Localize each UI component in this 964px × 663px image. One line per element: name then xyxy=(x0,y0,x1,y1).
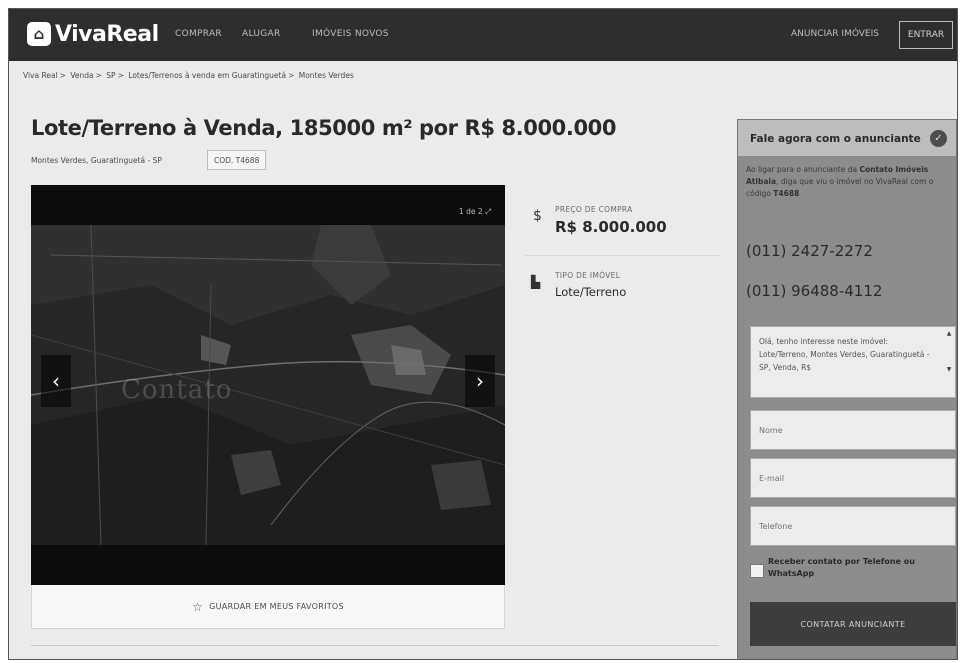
scroll-up-icon[interactable]: ▲ xyxy=(947,330,952,337)
phone-number[interactable]: (011) 96488-4112 xyxy=(746,282,882,300)
whatsapp-prefix: Receber contato por xyxy=(768,557,861,566)
chevron-right-icon: › xyxy=(476,369,484,393)
property-type-value: Lote/Terreno xyxy=(555,285,627,299)
nav-alugar-link[interactable]: ALUGAR xyxy=(242,29,281,39)
photo-watermark: Contato xyxy=(121,375,233,405)
email-field[interactable] xyxy=(750,458,956,498)
breadcrumb-item[interactable]: SP xyxy=(106,71,115,80)
phone-field[interactable] xyxy=(750,506,956,546)
breadcrumb-separator: > xyxy=(59,71,66,80)
divider xyxy=(31,645,719,646)
name-field[interactable] xyxy=(750,410,956,450)
breadcrumb-item[interactable]: Venda xyxy=(70,71,93,80)
top-navbar: ⌂ VivaReal COMPRAR ALUGAR IMÓVEIS NOVOS … xyxy=(9,9,957,61)
listing-code: T4688 xyxy=(773,189,800,198)
message-text: Olá, tenho interesse neste imóvel: Lote/… xyxy=(759,337,930,372)
photo-gallery[interactable]: Contato 1 de 2 ⤢ ‹ › xyxy=(31,185,505,585)
price-value: R$ 8.000.000 xyxy=(555,218,667,236)
whatsapp-telefone: Telefone xyxy=(862,557,901,566)
contact-instructions: Ao ligar para o anunciante da Contato Im… xyxy=(746,164,952,200)
phone-number[interactable]: (011) 2427-2272 xyxy=(746,242,873,260)
check-circle-icon: ✓ xyxy=(930,130,947,147)
anunciar-imoveis-link[interactable]: ANUNCIAR IMÓVEIS xyxy=(791,29,879,39)
breadcrumb-separator: > xyxy=(288,71,295,80)
breadcrumb-item[interactable]: Viva Real xyxy=(23,71,58,80)
breadcrumb-separator: > xyxy=(95,71,102,80)
whatsapp-app: WhatsApp xyxy=(768,569,815,578)
photo-counter-text: 1 de 2 xyxy=(458,207,483,216)
aerial-photo xyxy=(31,225,505,545)
breadcrumb-current: Montes Verdes xyxy=(298,71,354,80)
scroll-down-icon[interactable]: ▼ xyxy=(947,366,952,373)
breadcrumb-separator: > xyxy=(117,71,124,80)
contact-title: Fale agora com o anunciante xyxy=(750,133,921,145)
contact-msg-prefix: Ao ligar para o anunciante da xyxy=(746,165,858,174)
whatsapp-option[interactable]: Receber contato por Telefone ou WhatsApp xyxy=(750,554,956,588)
listing-code-badge: COD. T4688 xyxy=(207,150,267,170)
next-photo-button[interactable]: › xyxy=(465,355,495,407)
whatsapp-ou: ou xyxy=(903,557,915,566)
listing-location: Montes Verdes, Guaratinguetá - SP xyxy=(31,156,162,165)
expand-icon[interactable]: ⤢ xyxy=(485,207,491,216)
whatsapp-checkbox[interactable] xyxy=(750,564,764,578)
previous-photo-button[interactable]: ‹ xyxy=(41,355,71,407)
logo-text: VivaReal xyxy=(55,21,159,47)
photo-counter: 1 de 2 ⤢ xyxy=(459,207,491,217)
property-type-label: TIPO DE IMÓVEL xyxy=(555,271,621,280)
breadcrumb: Viva Real > Venda > SP > Lotes/Terrenos à v… xyxy=(23,71,354,80)
save-favorite-label: GUARDAR EM MEUS FAVORITOS xyxy=(209,602,344,611)
logo-house-icon: ⌂ xyxy=(27,22,51,46)
nav-comprar-link[interactable]: COMPRAR xyxy=(175,29,222,39)
contact-advertiser-button[interactable]: CONTATAR ANUNCIANTE xyxy=(750,602,956,646)
vivareal-logo[interactable]: ⌂ VivaReal xyxy=(27,19,159,49)
nav-imoveis-novos-link[interactable]: IMÓVEIS NOVOS xyxy=(312,29,389,39)
contact-panel: Fale agora com o anunciante ✓ Ao ligar p… xyxy=(737,119,957,659)
save-favorite-button[interactable]: ☆ GUARDAR EM MEUS FAVORITOS xyxy=(31,585,505,629)
building-icon: ▙ xyxy=(531,275,541,289)
whatsapp-label: Receber contato por Telefone ou WhatsApp xyxy=(768,556,957,580)
star-icon: ☆ xyxy=(192,599,204,614)
breadcrumb-item[interactable]: Lotes/Terrenos à venda em Guaratinguetá xyxy=(128,71,286,80)
contact-header: Fale agora com o anunciante ✓ xyxy=(738,120,956,156)
dollar-icon: $ xyxy=(533,208,542,224)
scrollbar[interactable]: ▲ ▼ xyxy=(944,328,954,396)
price-label: PREÇO DE COMPRA xyxy=(555,205,633,214)
divider xyxy=(525,255,719,256)
page-title: Lote/Terreno à Venda, 185000 m² por R$ 8… xyxy=(31,116,617,140)
page-frame: ⌂ VivaReal COMPRAR ALUGAR IMÓVEIS NOVOS … xyxy=(8,8,958,660)
chevron-left-icon: ‹ xyxy=(52,369,60,393)
message-textarea[interactable]: Olá, tenho interesse neste imóvel: Lote/… xyxy=(750,326,956,398)
entrar-button[interactable]: ENTRAR xyxy=(899,21,953,49)
